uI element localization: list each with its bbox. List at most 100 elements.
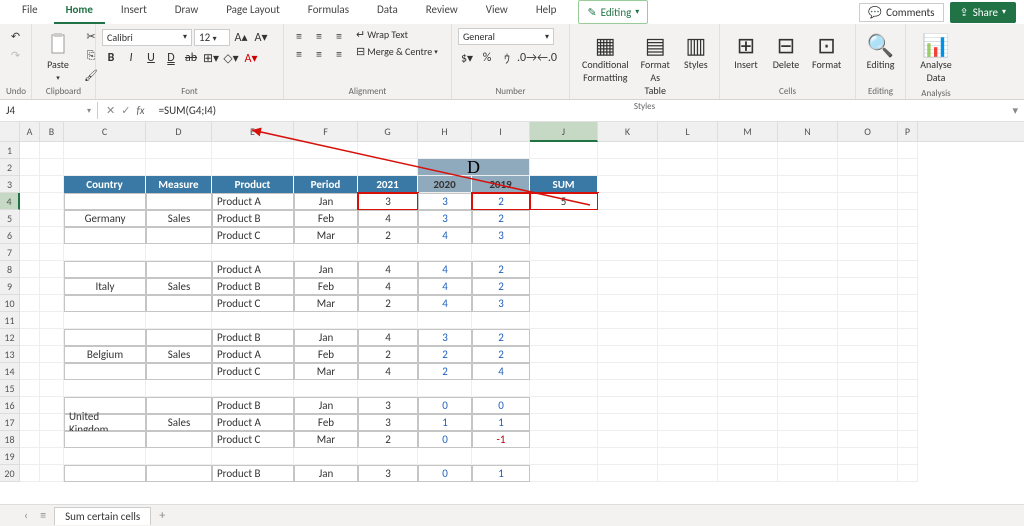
col-header-O[interactable]: O [838, 122, 898, 142]
cell-sum[interactable] [530, 329, 598, 346]
col-header-F[interactable]: F [294, 122, 358, 142]
cell-measure[interactable] [146, 329, 212, 346]
cell-measure[interactable] [146, 431, 212, 448]
cell-sum[interactable] [530, 465, 598, 482]
cell-2019[interactable]: 2 [472, 261, 530, 278]
cell[interactable] [718, 329, 778, 346]
cell[interactable] [898, 295, 918, 312]
cell[interactable] [418, 312, 472, 329]
cell-2020[interactable]: 4 [418, 227, 472, 244]
cell[interactable] [146, 380, 212, 397]
cell[interactable] [358, 142, 418, 159]
editing-mode-dropdown[interactable]: ✎ Editing ▾ [578, 0, 648, 24]
cell-2020[interactable]: 4 [418, 278, 472, 295]
cell-country[interactable] [64, 363, 146, 380]
cell[interactable] [778, 363, 838, 380]
cell[interactable] [658, 244, 718, 261]
cell-period[interactable]: Jan [294, 397, 358, 414]
cell[interactable] [598, 227, 658, 244]
row-headers[interactable]: 1234567891011121314151617181920 [0, 142, 20, 482]
cell[interactable] [146, 312, 212, 329]
cell[interactable] [598, 329, 658, 346]
cell[interactable] [898, 227, 918, 244]
name-box[interactable]: J4▾ [0, 102, 98, 119]
cell[interactable] [658, 346, 718, 363]
cell[interactable] [418, 448, 472, 465]
cell-measure[interactable] [146, 227, 212, 244]
cell[interactable] [358, 380, 418, 397]
cell[interactable] [40, 142, 64, 159]
cell[interactable] [718, 380, 778, 397]
cell[interactable] [898, 244, 918, 261]
delete-cells-button[interactable]: ⊟Delete [766, 28, 806, 75]
cell[interactable] [658, 278, 718, 295]
col-header-L[interactable]: L [658, 122, 718, 142]
cell-2019[interactable]: 2 [472, 346, 530, 363]
cell[interactable] [598, 363, 658, 380]
cell[interactable] [898, 414, 918, 431]
cell[interactable] [146, 244, 212, 261]
select-all-corner[interactable] [0, 122, 20, 142]
cell[interactable] [598, 244, 658, 261]
cell-2020[interactable]: 4 [418, 261, 472, 278]
cell-2019[interactable]: 3 [472, 295, 530, 312]
cell-2020[interactable]: 3 [418, 329, 472, 346]
cell-2021[interactable]: 3 [358, 397, 418, 414]
cell[interactable] [20, 159, 40, 176]
cell-period[interactable]: Mar [294, 363, 358, 380]
cell[interactable] [40, 244, 64, 261]
cell-period[interactable]: Mar [294, 227, 358, 244]
cell[interactable] [20, 278, 40, 295]
cell[interactable] [64, 448, 146, 465]
cell[interactable] [898, 176, 918, 193]
cell[interactable] [898, 431, 918, 448]
col-header-A[interactable]: A [20, 122, 40, 142]
cell[interactable] [598, 159, 658, 176]
cell[interactable] [20, 227, 40, 244]
col-header-C[interactable]: C [64, 122, 146, 142]
cell[interactable] [146, 159, 212, 176]
cell[interactable] [146, 448, 212, 465]
decrease-decimal-button[interactable]: ←.0 [538, 49, 556, 67]
cell[interactable] [778, 397, 838, 414]
cell[interactable] [838, 227, 898, 244]
cell[interactable] [658, 210, 718, 227]
format-cells-button[interactable]: ⊡Format [806, 28, 847, 75]
cell[interactable] [778, 142, 838, 159]
cell[interactable] [530, 244, 598, 261]
cell[interactable] [40, 397, 64, 414]
cell[interactable] [20, 329, 40, 346]
cell-measure[interactable] [146, 465, 212, 482]
cell[interactable] [472, 142, 530, 159]
conditional-formatting-button[interactable]: ▦Conditional Formatting [576, 28, 635, 101]
cell[interactable] [658, 193, 718, 210]
percent-button[interactable]: % [478, 49, 496, 67]
cell-measure[interactable]: Sales [146, 414, 212, 431]
cell[interactable] [598, 295, 658, 312]
redo-button[interactable]: ↷ [9, 47, 22, 64]
col-header-P[interactable]: P [898, 122, 918, 142]
cell[interactable] [358, 312, 418, 329]
cell-period[interactable]: Feb [294, 278, 358, 295]
menu-insert[interactable]: Insert [109, 0, 159, 24]
cell-product[interactable]: Product B [212, 210, 294, 227]
number-format-select[interactable]: General▾ [458, 28, 554, 45]
cell[interactable] [838, 363, 898, 380]
cell[interactable] [598, 142, 658, 159]
cell[interactable] [838, 278, 898, 295]
menu-page-layout[interactable]: Page Layout [214, 0, 292, 24]
cell[interactable] [40, 193, 64, 210]
col-header-J[interactable]: J [530, 122, 598, 142]
cell[interactable] [598, 465, 658, 482]
menu-data[interactable]: Data [365, 0, 410, 24]
cell[interactable] [658, 176, 718, 193]
cell-period[interactable]: Feb [294, 346, 358, 363]
cell[interactable] [778, 465, 838, 482]
cell[interactable] [718, 295, 778, 312]
cell[interactable] [40, 431, 64, 448]
cell-period[interactable]: Feb [294, 210, 358, 227]
cell[interactable] [898, 346, 918, 363]
font-family-select[interactable]: Calibri▾ [102, 29, 192, 46]
cell[interactable] [212, 244, 294, 261]
cell-sum[interactable] [530, 278, 598, 295]
